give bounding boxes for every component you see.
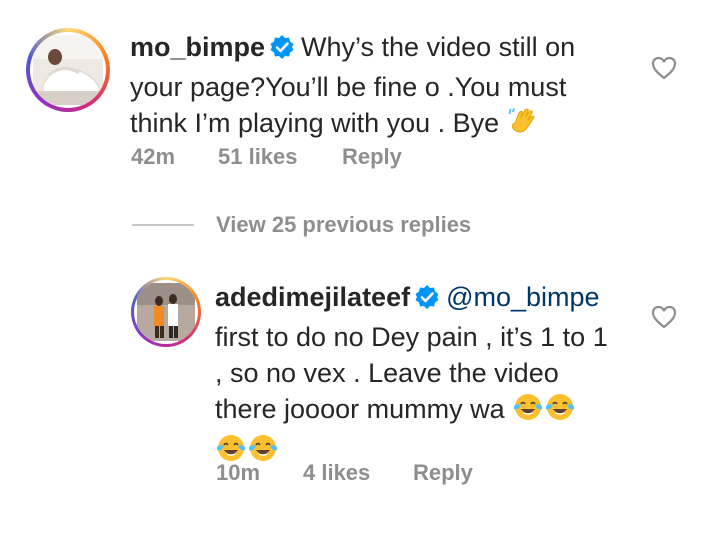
avatar[interactable]: [26, 28, 110, 112]
view-previous-replies[interactable]: View 25 previous replies: [132, 210, 471, 240]
comment-username[interactable]: mo_bimpe: [130, 32, 265, 62]
verified-badge-icon: [269, 33, 295, 69]
comment-meta: 10m 4 likes Reply: [216, 460, 473, 486]
likes-count[interactable]: 4 likes: [303, 460, 413, 486]
comment-body: mo_bimpe Why’s the video still on your pa…: [130, 29, 600, 146]
comment-time: 42m: [131, 144, 176, 169]
waving-hand-icon: [507, 105, 539, 146]
verified-badge-icon: [414, 283, 440, 319]
like-heart-icon[interactable]: [650, 55, 678, 86]
mention-link[interactable]: @mo_bimpe: [446, 282, 599, 312]
reply-button[interactable]: Reply: [342, 144, 402, 170]
like-heart-icon[interactable]: [650, 304, 678, 335]
comment-meta: 42m 51 likes Reply: [131, 144, 402, 170]
avatar[interactable]: [131, 277, 201, 347]
comment-time: 10m: [216, 460, 261, 485]
comment-body: adedimejilateef @mo_bimpe first to do no …: [215, 279, 615, 473]
avatar-image: [30, 32, 106, 108]
face-with-tears-of-joy-icon: [544, 391, 576, 432]
avatar-image: [134, 280, 198, 344]
comment-username[interactable]: adedimejilateef: [215, 282, 410, 312]
reply-button[interactable]: Reply: [413, 460, 473, 486]
likes-count[interactable]: 51 likes: [218, 144, 342, 170]
face-with-tears-of-joy-icon: [512, 391, 544, 432]
divider: [132, 224, 194, 226]
view-replies-label[interactable]: View 25 previous replies: [216, 212, 471, 238]
